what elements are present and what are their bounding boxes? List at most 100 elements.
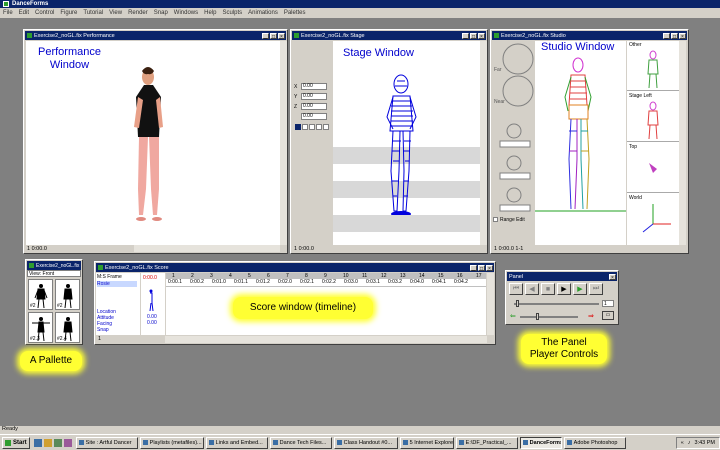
- panel-titlebar[interactable]: Panel ×: [507, 272, 617, 281]
- task-button[interactable]: Adobe Photoshop: [563, 436, 626, 449]
- view-top[interactable]: Top: [627, 143, 679, 193]
- play-forward-button[interactable]: ▶: [573, 283, 587, 295]
- task-button[interactable]: Site : Artful Dancer: [75, 436, 138, 449]
- close-button[interactable]: ×: [478, 32, 485, 40]
- menu-item-render[interactable]: Render: [128, 10, 148, 16]
- menu-item-windows[interactable]: Windows: [174, 10, 198, 16]
- palette-view-select[interactable]: View: Front: [27, 270, 81, 277]
- close-button[interactable]: ×: [679, 32, 686, 40]
- studio-window[interactable]: Exercise2_noGL.fix Studio _ □ × Far Near R…: [490, 29, 689, 254]
- menu-item-view[interactable]: View: [109, 10, 122, 16]
- menu-item-tutorial[interactable]: Tutorial: [83, 10, 103, 16]
- close-button[interactable]: ×: [486, 264, 493, 272]
- tray-arrow-icon[interactable]: «: [681, 440, 684, 446]
- speed-fast-icon[interactable]: ⇒: [588, 312, 594, 320]
- angle-field[interactable]: 0.00: [301, 113, 327, 120]
- play-button[interactable]: ▶: [557, 283, 571, 295]
- ie-icon[interactable]: [33, 438, 42, 447]
- vertical-scrollbar[interactable]: [280, 41, 287, 245]
- task-button[interactable]: Playlists (metafiles)...: [139, 436, 204, 449]
- desktop-icon[interactable]: [53, 438, 62, 447]
- palette-window[interactable]: Exercise2_noGL.fix View: Front #2 #2 #2.…: [25, 259, 83, 345]
- range-edit-checkbox[interactable]: [493, 217, 498, 222]
- rewind-button[interactable]: ⏮: [509, 283, 523, 295]
- menu-item-figure[interactable]: Figure: [60, 10, 77, 16]
- maximize-button[interactable]: □: [478, 264, 485, 272]
- step-back-button[interactable]: ◀: [525, 283, 539, 295]
- stage-titlebar[interactable]: Exercise2_noGL.fix Stage _ □ ×: [292, 31, 486, 40]
- minimize-button[interactable]: _: [262, 32, 269, 40]
- vertical-scrollbar[interactable]: [480, 41, 487, 245]
- start-button[interactable]: Start: [2, 436, 30, 449]
- frame-field[interactable]: 1: [602, 300, 614, 307]
- close-button[interactable]: ×: [278, 32, 285, 40]
- maximize-button[interactable]: □: [270, 32, 277, 40]
- menu-item-palettes[interactable]: Palettes: [284, 10, 306, 16]
- slider-thumb[interactable]: [516, 300, 519, 307]
- task-button[interactable]: Links and Embed...: [205, 436, 268, 449]
- fast-forward-button[interactable]: ⏭: [589, 283, 603, 295]
- media-icon[interactable]: [63, 438, 72, 447]
- task-button[interactable]: 5 Internet Explorer: [399, 436, 454, 449]
- timeline-slider[interactable]: [514, 303, 599, 305]
- vertical-scrollbar[interactable]: [487, 273, 494, 335]
- tool-c-icon[interactable]: [309, 124, 315, 130]
- stop-button[interactable]: ■: [541, 283, 555, 295]
- task-button[interactable]: Dance Tech Files...: [269, 436, 332, 449]
- task-button[interactable]: DanceForms: [519, 436, 562, 449]
- tool-a-icon[interactable]: [295, 124, 301, 130]
- minimize-button[interactable]: _: [470, 264, 477, 272]
- palette-cell[interactable]: #2: [55, 279, 80, 310]
- panel-window[interactable]: Panel × ⏮ ◀ ■ ▶ ▶ ⏭ 1 ⇐ ⇒ ▭: [505, 270, 619, 325]
- stage-viewport[interactable]: Stage Window: [333, 41, 480, 245]
- view-other[interactable]: Other: [627, 41, 679, 91]
- menu-item-control[interactable]: Control: [35, 10, 54, 16]
- view-world[interactable]: World: [627, 194, 679, 244]
- menu-item-snap[interactable]: Snap: [154, 10, 168, 16]
- minimize-button[interactable]: _: [663, 32, 670, 40]
- loop-toggle[interactable]: ▭: [602, 311, 614, 320]
- score-row-rosie[interactable]: Rosie: [97, 281, 137, 287]
- palette-cell[interactable]: #2: [28, 279, 53, 310]
- speed-slow-icon[interactable]: ⇐: [510, 312, 516, 320]
- task-button[interactable]: Class Handout #0...: [333, 436, 398, 449]
- menu-item-sculpts[interactable]: Sculpts: [222, 10, 242, 16]
- score-row-snap[interactable]: Snap: [97, 327, 109, 333]
- studio-view-list[interactable]: Other Stage Left Top World: [627, 41, 679, 245]
- menu-item-file[interactable]: File: [3, 10, 13, 16]
- speed-slider-thumb[interactable]: [536, 313, 539, 320]
- studio-viewport[interactable]: Studio Window: [535, 41, 626, 245]
- performance-window[interactable]: Exercise2_noGL.fix Performance _ □ × Perfo…: [23, 29, 288, 254]
- stage-window[interactable]: Exercise2_noGL.fix Stage _ □ × X 0.00 Y 0.…: [290, 29, 488, 254]
- outlook-icon[interactable]: [43, 438, 52, 447]
- performance-titlebar[interactable]: Exercise2_noGL.fix Performance _ □ ×: [25, 31, 286, 40]
- tool-b-icon[interactable]: [302, 124, 308, 130]
- horizontal-scrollbar[interactable]: [134, 245, 280, 252]
- x-field[interactable]: 0.00: [301, 83, 327, 90]
- score-keyframe-column[interactable]: 0:00.0 0.00 0.00: [141, 273, 165, 335]
- task-button[interactable]: E:\DF_Practical_...: [455, 436, 518, 449]
- minimize-button[interactable]: _: [462, 32, 469, 40]
- palette-cell[interactable]: #2.4: [55, 312, 80, 343]
- volume-icon[interactable]: ♪: [688, 440, 691, 446]
- z-field[interactable]: 0.00: [301, 103, 327, 110]
- studio-titlebar[interactable]: Exercise2_noGL.fix Studio _ □ ×: [492, 31, 687, 40]
- y-field[interactable]: 0.00: [301, 93, 327, 100]
- palette-cell[interactable]: #2.3: [28, 312, 53, 343]
- tool-d-icon[interactable]: [316, 124, 322, 130]
- palette-titlebar[interactable]: Exercise2_noGL.fix: [27, 261, 81, 270]
- speed-slider[interactable]: [520, 316, 578, 318]
- tool-e-icon[interactable]: [323, 124, 329, 130]
- maximize-button[interactable]: □: [470, 32, 477, 40]
- menu-item-animations[interactable]: Animations: [248, 10, 278, 16]
- menu-item-help[interactable]: Help: [204, 10, 216, 16]
- vertical-scrollbar[interactable]: [679, 41, 686, 245]
- maximize-button[interactable]: □: [671, 32, 678, 40]
- score-titlebar[interactable]: Exercise2_noGL.fix Score _ □ ×: [96, 263, 494, 272]
- performance-viewport[interactable]: Performance Window: [26, 41, 280, 245]
- stage-title: Exercise2_noGL.fix Stage: [301, 32, 365, 39]
- horizontal-scrollbar[interactable]: [165, 336, 487, 343]
- menu-item-edit[interactable]: Edit: [19, 10, 29, 16]
- close-button[interactable]: ×: [609, 273, 616, 281]
- view-stage-left[interactable]: Stage Left: [627, 92, 679, 142]
